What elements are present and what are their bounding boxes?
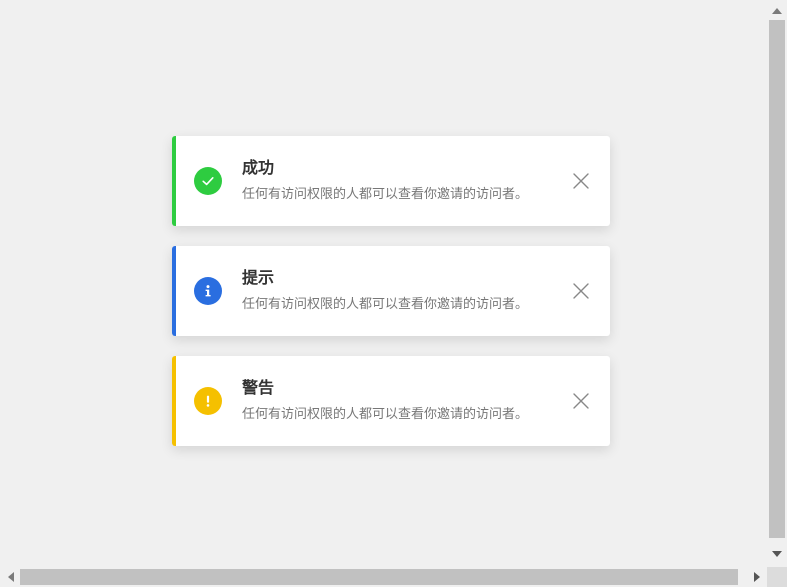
close-icon[interactable]: [572, 282, 590, 300]
vertical-scrollbar[interactable]: [767, 0, 787, 567]
horizontal-scrollbar[interactable]: [0, 567, 767, 587]
scroll-left-arrow-icon[interactable]: [2, 567, 19, 587]
alert-warning-accent-bar: [172, 356, 176, 446]
scrollbar-corner: [767, 567, 787, 587]
scroll-right-arrow-icon[interactable]: [748, 567, 765, 587]
alert-warning: 警告 任何有访问权限的人都可以查看你邀请的访问者。: [172, 356, 610, 446]
close-icon[interactable]: [572, 172, 590, 190]
scroll-down-arrow-icon[interactable]: [767, 545, 787, 562]
alert-message: 任何有访问权限的人都可以查看你邀请的访问者。: [242, 297, 529, 312]
alert-message: 任何有访问权限的人都可以查看你邀请的访问者。: [242, 407, 529, 422]
close-icon[interactable]: [572, 392, 590, 410]
vertical-scrollbar-thumb[interactable]: [769, 20, 785, 538]
check-circle-icon: [194, 167, 222, 195]
page-viewport: 成功 任何有访问权限的人都可以查看你邀请的访问者。 提示 任何有访问权限的人都可…: [0, 0, 767, 567]
alert-list: 成功 任何有访问权限的人都可以查看你邀请的访问者。 提示 任何有访问权限的人都可…: [172, 136, 610, 466]
alert-title: 提示: [242, 268, 275, 287]
alert-success: 成功 任何有访问权限的人都可以查看你邀请的访问者。: [172, 136, 610, 226]
exclamation-circle-icon: [194, 387, 222, 415]
info-circle-icon: [194, 277, 222, 305]
alert-info-accent-bar: [172, 246, 176, 336]
scroll-up-arrow-icon[interactable]: [767, 2, 787, 19]
horizontal-scrollbar-thumb[interactable]: [20, 569, 738, 585]
alert-title: 警告: [242, 378, 275, 397]
alert-info: 提示 任何有访问权限的人都可以查看你邀请的访问者。: [172, 246, 610, 336]
alert-success-accent-bar: [172, 136, 176, 226]
alert-message: 任何有访问权限的人都可以查看你邀请的访问者。: [242, 187, 529, 202]
alert-title: 成功: [242, 158, 275, 177]
